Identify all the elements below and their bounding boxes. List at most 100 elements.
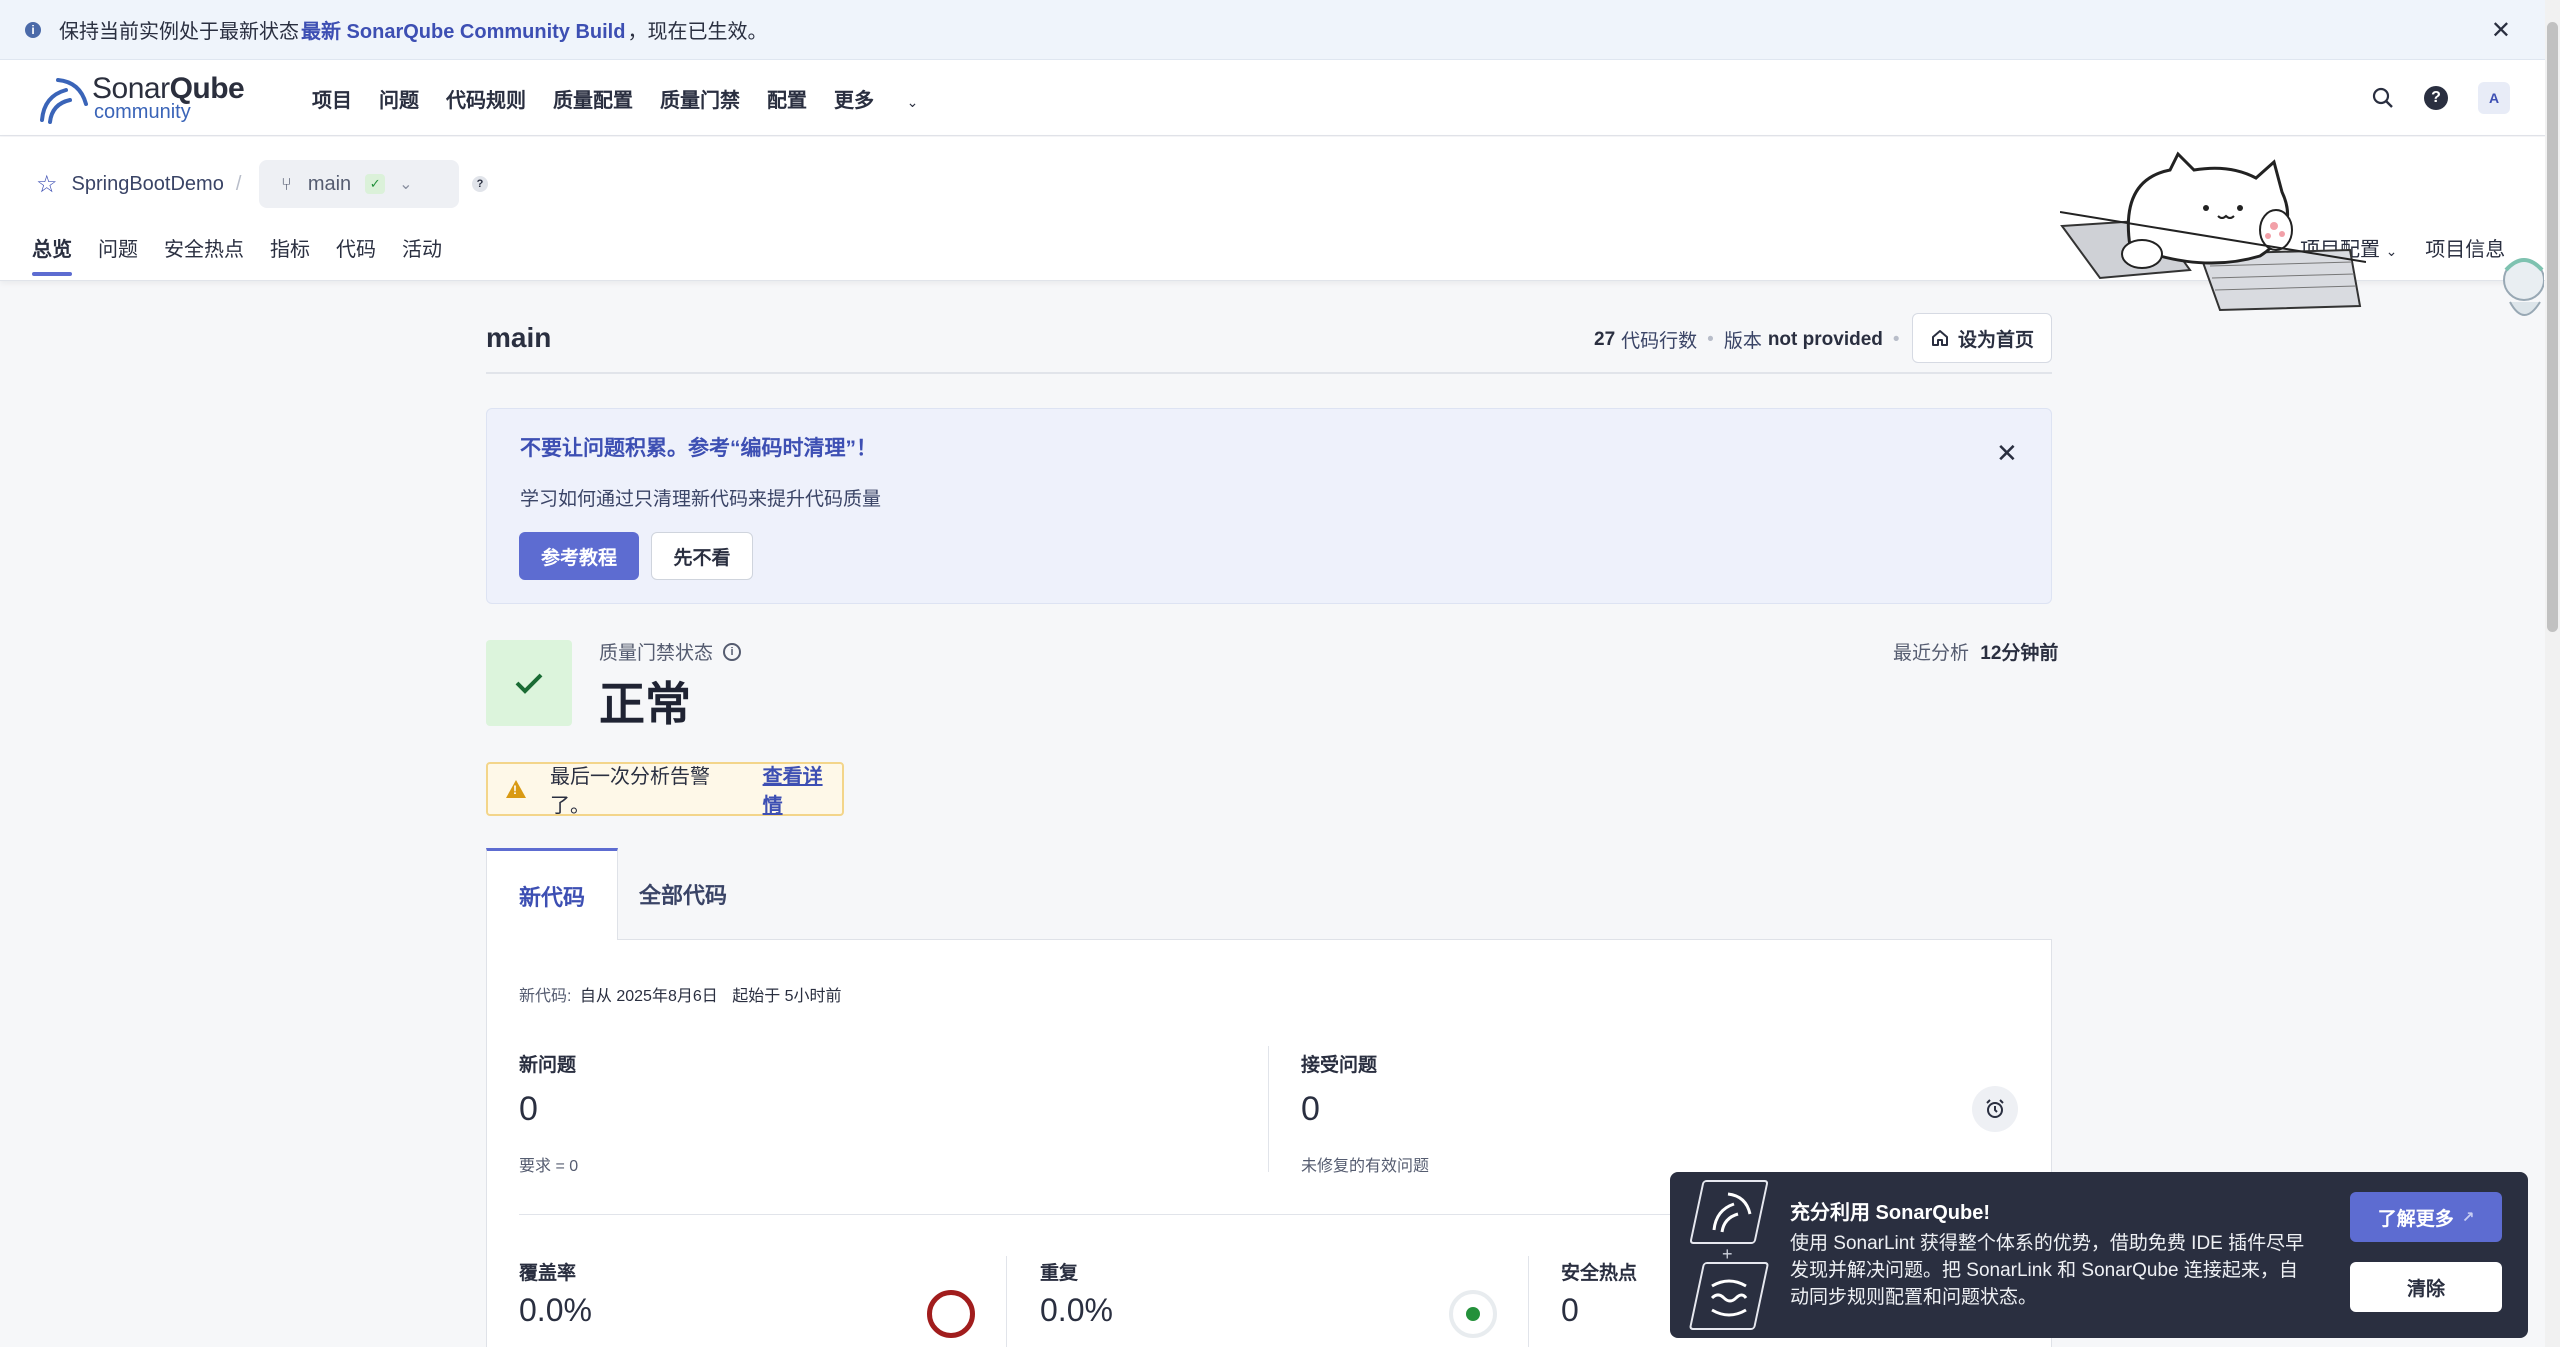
accepted-issues-sub: 未修复的有效问题 [1301,1158,1430,1175]
dismiss-promo-button[interactable]: 先不看 [651,532,753,580]
menu-more[interactable]: 更多 ⌄ [834,84,945,113]
quality-gate-status-icon [486,640,572,726]
metric-divider [1006,1256,1007,1347]
header-divider [486,372,2052,374]
branch-name: main [307,172,352,195]
last-analysis: 最近分析 12分钟前 [1893,638,2058,665]
menu-administration[interactable]: 配置 [767,84,807,113]
warning-text: 最后一次分析告警了。 [550,766,710,817]
tab-overall-code[interactable]: 全部代码 [628,848,738,940]
toast-body: 使用 SonarLint 获得整个体系的优势，借助免费 IDE 插件尽早发现并解… [1790,1233,2305,1308]
menu-projects[interactable]: 项目 [312,84,352,113]
new-code-since: 自从 2025年8月6日 [579,988,718,1005]
star-icon[interactable]: ☆ [36,170,58,199]
duplication-label: 重复 [1040,1263,1079,1284]
quality-gate-label-row: 质量门禁状态 i [599,638,742,665]
info-icon[interactable]: i [723,642,742,661]
update-banner: i 保持当前实例处于最新状态 最新 SonarQube Community Bu… [0,0,2545,60]
menu-quality-gates[interactable]: 质量门禁 [660,84,740,113]
learn-more-label: 了解更多 [2377,1208,2454,1230]
page-title: main [486,322,552,353]
version-label: 版本 [1723,331,1762,352]
coverage-label: 覆盖率 [519,1263,577,1284]
tab-code[interactable]: 代码 [336,233,376,262]
quality-gate-status: 正常 [599,678,691,730]
tab-issues[interactable]: 问题 [98,233,138,262]
search-icon[interactable] [2372,87,2394,109]
code-tabs: 新代码 全部代码 [486,848,2052,940]
new-code-label: 新代码: [519,988,572,1005]
metric-divider [1528,1256,1529,1347]
logo-edition: community [94,101,191,123]
sonarlint-product-icon [1688,1262,1770,1330]
loc-label: 代码行数 [1621,331,1698,352]
dismiss-toast-button[interactable]: 清除 [2350,1262,2502,1312]
branch-selector[interactable]: ⑂ main ✓ ⌄ [259,160,459,208]
scrollbar-thumb[interactable] [2547,22,2558,632]
menu-more-label: 更多 [834,90,874,112]
accepted-issues-label: 接受问题 [1301,1055,1378,1076]
check-icon: ✓ [365,174,386,194]
coverage-ring-icon [927,1290,975,1338]
close-icon[interactable]: ✕ [1996,438,2018,469]
tab-activity[interactable]: 活动 [402,233,442,262]
tutorial-button[interactable]: 参考教程 [519,532,639,580]
close-icon[interactable]: ✕ [2491,16,2511,45]
meta-dot: • [1892,328,1900,350]
sonarqube-product-icon [1689,1180,1769,1244]
new-code-period: 新代码: 自从 2025年8月6日 起始于 5小时前 [519,982,842,1006]
last-analysis-label: 最近分析 [1893,643,1970,664]
top-icons: ? A [2372,82,2510,114]
hotspots-label: 安全热点 [1561,1263,1638,1284]
toast-title: 充分利用 SonarQube! [1790,1202,1991,1224]
quality-gate-label: 质量门禁状态 [599,643,714,664]
new-issues-condition: 要求 = 0 [519,1158,579,1175]
promo-subtitle: 学习如何通过只清理新代码来提升代码质量 [520,489,882,510]
new-code-started: 起始于 5小时前 [732,988,842,1005]
anime-mascot-image [2496,240,2545,330]
chevron-down-icon: ⌄ [906,94,919,110]
metric-divider [1268,1046,1269,1172]
tab-hotspots[interactable]: 安全热点 [164,233,244,262]
warning-icon [506,780,526,798]
main-menu: 项目 问题 代码规则 质量配置 质量门禁 配置 更多 ⌄ [312,84,972,113]
menu-issues[interactable]: 问题 [379,84,419,113]
menu-quality-profiles[interactable]: 质量配置 [553,84,633,113]
cat-mascot-image [2060,151,2366,312]
loc-count: 27 [1594,328,1616,350]
branch-help-icon[interactable]: ? [472,176,488,192]
chevron-down-icon: ⌄ [2385,243,2398,259]
avatar[interactable]: A [2478,82,2510,114]
project-info-link[interactable]: 项目信息 [2425,233,2505,262]
meta-dot: • [1707,328,1714,350]
project-meta: 27 代码行数 • 版本 not provided • [1594,326,1900,353]
coverage-value[interactable]: 0.0% [519,1292,592,1329]
tab-new-code[interactable]: 新代码 [486,848,618,940]
last-analysis-value: 12分钟前 [1980,643,2059,664]
set-home-button[interactable]: 设为首页 [1912,313,2052,363]
project-breadcrumb: ☆ SpringBootDemo / [36,170,241,199]
version-value: not provided [1767,328,1883,350]
chevron-down-icon: ⌄ [399,176,413,193]
hotspots-value[interactable]: 0 [1561,1292,1579,1329]
new-issues-label: 新问题 [519,1055,577,1076]
banner-link[interactable]: 最新 SonarQube Community Build [301,15,625,44]
branch-icon: ⑂ [281,173,292,194]
duplication-ring-icon [1449,1290,1497,1338]
learn-more-button[interactable]: 了解更多 ↗ [2350,1192,2502,1242]
new-issues-value[interactable]: 0 [519,1090,538,1129]
accepted-issues-value[interactable]: 0 [1301,1090,1320,1129]
project-name[interactable]: SpringBootDemo [72,173,224,196]
sonarqube-waves-icon [40,78,88,124]
help-icon[interactable]: ? [2424,86,2448,110]
set-home-label: 设为首页 [1957,329,2034,351]
info-icon: i [25,21,41,38]
warning-details-link[interactable]: 查看详情 [763,760,842,818]
check-icon [515,673,543,694]
duplication-value[interactable]: 0.0% [1040,1292,1113,1329]
sonarqube-logo[interactable]: SonarQube community [36,70,245,126]
menu-rules[interactable]: 代码规则 [446,84,526,113]
tab-measures[interactable]: 指标 [270,233,310,262]
tab-overview[interactable]: 总览 [32,233,72,276]
alarm-clock-icon [1972,1086,2018,1132]
